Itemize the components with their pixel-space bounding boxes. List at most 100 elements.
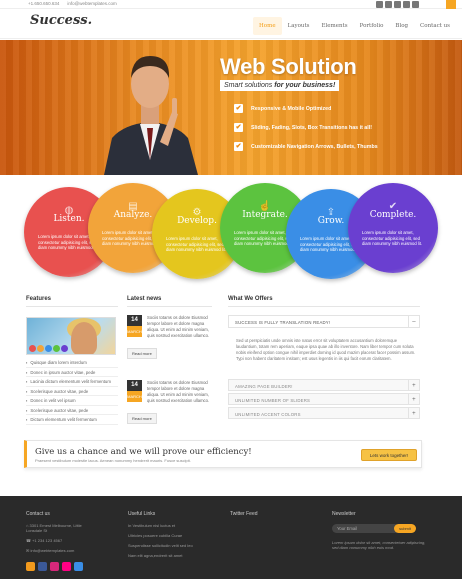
phone-text: +1 234 123 4567 (32, 538, 63, 543)
nav-layouts[interactable]: Layouts (282, 17, 316, 35)
news-text: Sociis totams os dolore Eiusmod tempor l… (147, 380, 210, 403)
hero-title: Web Solution (220, 54, 357, 79)
plus-icon[interactable]: + (408, 394, 419, 404)
news-month: MARCH (127, 326, 142, 337)
email-text[interactable]: info@webtemplates.com (30, 548, 74, 553)
dribbble-icon[interactable] (50, 562, 59, 571)
news-text: Sociis totams os dolore Eiusmod tempor l… (147, 315, 210, 338)
news-date: 14 MARCH (127, 380, 142, 402)
accordion-item[interactable]: UNLIMITED NUMBER OF SLIDERS + (228, 393, 420, 405)
hero-feature-text: Sliding, Fading, Slots, Box Transitions … (251, 124, 372, 131)
divider (127, 306, 212, 307)
footer-link[interactable]: Nam elit agna,endrerit sit amet (128, 553, 182, 558)
accordion-title: SUCCESS IS FULLY TRANSLATION READY! (235, 319, 331, 325)
top-social-icons (376, 1, 419, 8)
top-badge[interactable] (446, 0, 456, 9)
hero-subtitle-post: for your business! (274, 82, 336, 89)
features-list: Quisque diam lorem interdum Donec in ips… (26, 358, 118, 425)
footer-address: ⌂ 3301 Ernest Melbourne, Little Lonsdale… (26, 523, 86, 533)
accordion-item-open[interactable]: SUCCESS IS FULLY TRANSLATION READY! – (228, 315, 420, 328)
top-contact: +1.650.650.634 info@webtemplates.com (28, 1, 117, 6)
divider (228, 306, 420, 307)
nav-contact[interactable]: Contact us (414, 17, 456, 35)
twitter-icon[interactable] (385, 1, 392, 8)
process-circles: ◍ Listen. Lorem ipsum dolor sit amet, co… (24, 183, 444, 283)
list-item: Donec in ipsum auctor vitae, pede (26, 368, 118, 377)
footer-link[interactable]: Suspendisse sollicitudin velit sed leo (128, 543, 193, 548)
feature-icon (45, 345, 52, 352)
feature-icon (61, 345, 68, 352)
footer-links-heading: Useful Links (128, 511, 156, 517)
circle-title: Complete. (369, 210, 417, 220)
footer-contact-heading: Contact us (26, 511, 50, 517)
hero-feature-text: Customizable Navigation Arrows, Bullets,… (251, 143, 378, 150)
feature-icon (53, 345, 60, 352)
rss-icon[interactable] (26, 562, 35, 571)
nav-home[interactable]: Home (253, 17, 282, 35)
newsletter-submit-button[interactable]: submit (394, 524, 416, 533)
hero-slider: Web Solution Smart solutions for your bu… (0, 40, 462, 175)
newsletter-email-input[interactable]: Your Email (332, 524, 400, 533)
plus-icon[interactable]: + (408, 408, 419, 418)
list-item: Scelerisque auctor vitae, pede (26, 406, 118, 415)
feature-icons (29, 345, 68, 352)
news-month: MARCH (127, 391, 142, 402)
email-link[interactable]: info@webtemplates.com (67, 1, 116, 6)
site-logo[interactable]: Success. (30, 13, 92, 28)
main-nav: Home Layouts Elements Portfolio Blog Con… (253, 17, 456, 35)
nav-elements[interactable]: Elements (316, 17, 354, 35)
read-more-button[interactable]: Read more (127, 413, 157, 424)
feature-icon (37, 345, 44, 352)
facebook-icon[interactable] (38, 562, 47, 571)
footer-link[interactable]: In Vestibulum nisl luctus et (128, 523, 175, 528)
features-image (26, 317, 116, 355)
list-item: Dictum elementum velit fermentum (26, 415, 118, 425)
feature-icon (29, 345, 36, 352)
news-heading: Latest news (127, 296, 162, 302)
divider (26, 306, 118, 307)
accordion-item[interactable]: UNLIMITED ACCENT COLORS + (228, 407, 420, 419)
footer-email[interactable]: ✉ info@webtemplates.com (26, 548, 74, 553)
plus-icon[interactable]: + (408, 380, 419, 390)
accordion-title: UNLIMITED ACCENT COLORS (235, 411, 301, 417)
read-more-button[interactable]: Read more (127, 348, 157, 359)
check-icon: ✔ (234, 104, 243, 113)
features-heading: Features (26, 296, 52, 302)
nav-portfolio[interactable]: Portfolio (354, 17, 390, 35)
accordion-body: Sed ut perspiciatis unde omnis iste natu… (236, 338, 416, 361)
circle-complete[interactable]: ✔ Complete. Lorem ipsum dolor sit amet, … (348, 183, 438, 273)
googleplus-icon[interactable] (394, 1, 401, 8)
flickr-icon[interactable] (62, 562, 71, 571)
offers-heading: What We Offers (228, 296, 273, 302)
businessman-image (104, 56, 198, 175)
site-footer: Contact us ⌂ 3301 Ernest Melbourne, Litt… (0, 496, 462, 579)
accordion-title: UNLIMITED NUMBER OF SLIDERS (235, 397, 311, 403)
cta-text: Praesent vestibulum molestie lacus. Aene… (35, 458, 191, 463)
check-icon: ✔ (234, 142, 243, 151)
hero-feature: ✔ Responsive & Mobile Optimized (234, 99, 378, 118)
hero-feature-text: Responsive & Mobile Optimized (251, 105, 332, 112)
top-bar: +1.650.650.634 info@webtemplates.com (0, 0, 462, 9)
hero-subtitle-pre: Smart solutions (224, 82, 273, 89)
nav-blog[interactable]: Blog (389, 17, 414, 35)
news-date: 14 MARCH (127, 315, 142, 337)
footer-link[interactable]: Ultricies posuere cubilia Curae (128, 533, 182, 538)
cta-button[interactable]: Lets work together! (361, 449, 417, 461)
rss-icon[interactable] (412, 1, 419, 8)
accordion-item[interactable]: AMAZING PAGE BUILDER! + (228, 379, 420, 391)
news-day: 14 (131, 317, 138, 323)
list-item: Scelerisque auctor vitae, pede (26, 387, 118, 396)
facebook-icon[interactable] (376, 1, 383, 8)
cta-title: Give us a chance and we will prove our e… (35, 447, 252, 457)
minus-icon[interactable]: – (408, 316, 419, 327)
woman-face (71, 322, 97, 354)
newsletter-text: Lorem ipsum dolor sit amet, consectetuer… (332, 540, 426, 550)
footer-twitter-heading: Twitter Feed (230, 511, 258, 517)
footer-social-icons (26, 562, 83, 571)
hero-subtitle: Smart solutions for your business! (220, 80, 340, 91)
news-day: 14 (131, 382, 138, 388)
linkedin-icon[interactable] (403, 1, 410, 8)
skype-icon[interactable] (74, 562, 83, 571)
list-item: Donec in velit vel ipsum (26, 396, 118, 406)
check-icon: ✔ (234, 123, 243, 132)
